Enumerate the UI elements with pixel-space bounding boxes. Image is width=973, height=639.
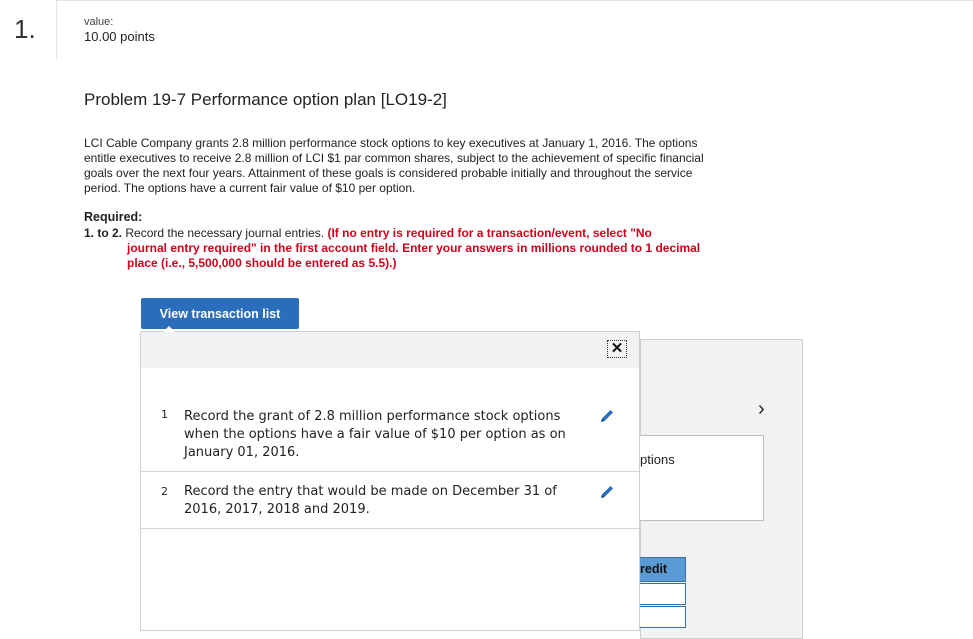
- required-instruction: 1. to 2. Record the necessary journal en…: [84, 226, 652, 241]
- pencil-icon[interactable]: [599, 408, 615, 424]
- transaction-description-box: [638, 435, 764, 521]
- credit-input[interactable]: [638, 583, 686, 605]
- pencil-icon[interactable]: [599, 484, 615, 500]
- required-note-rest: journal entry required" in the first acc…: [127, 241, 701, 270]
- credit-input[interactable]: [638, 606, 686, 628]
- transaction-text: Record the grant of 2.8 million performa…: [184, 409, 566, 460]
- problem-title: Problem 19-7 Performance option plan [LO…: [84, 90, 447, 109]
- close-icon[interactable]: ✕: [607, 340, 627, 358]
- points-value: 10.00 points: [84, 29, 155, 44]
- transaction-item[interactable]: 1 Record the grant of 2.8 million perfor…: [141, 368, 639, 472]
- transaction-text: Record the entry that would be made on D…: [184, 484, 557, 517]
- required-label: Required:: [84, 210, 143, 224]
- top-rule: [56, 0, 973, 1]
- required-instruction-text: Record the necessary journal entries.: [122, 226, 328, 240]
- required-note-start: (If no entry is required for a transacti…: [327, 226, 652, 240]
- question-divider: [56, 0, 57, 60]
- credit-column-header: redit: [638, 557, 686, 582]
- question-number: 1.: [14, 14, 36, 44]
- transaction-list-popup: ✕ 1 Record the grant of 2.8 million perf…: [140, 331, 640, 631]
- view-transaction-list-button[interactable]: View transaction list: [141, 298, 299, 329]
- popup-header: ✕: [141, 332, 639, 368]
- problem-text: LCI Cable Company grants 2.8 million per…: [84, 136, 704, 195]
- transaction-description-text: ptions: [640, 452, 675, 467]
- transaction-number: 2: [161, 485, 168, 498]
- required-range: 1. to 2.: [84, 226, 123, 240]
- chevron-right-icon[interactable]: ›: [758, 398, 765, 421]
- transaction-number: 1: [161, 408, 168, 421]
- transaction-item[interactable]: 2 Record the entry that would be made on…: [141, 472, 639, 529]
- value-label: value:: [84, 16, 114, 28]
- button-caret: [163, 326, 175, 332]
